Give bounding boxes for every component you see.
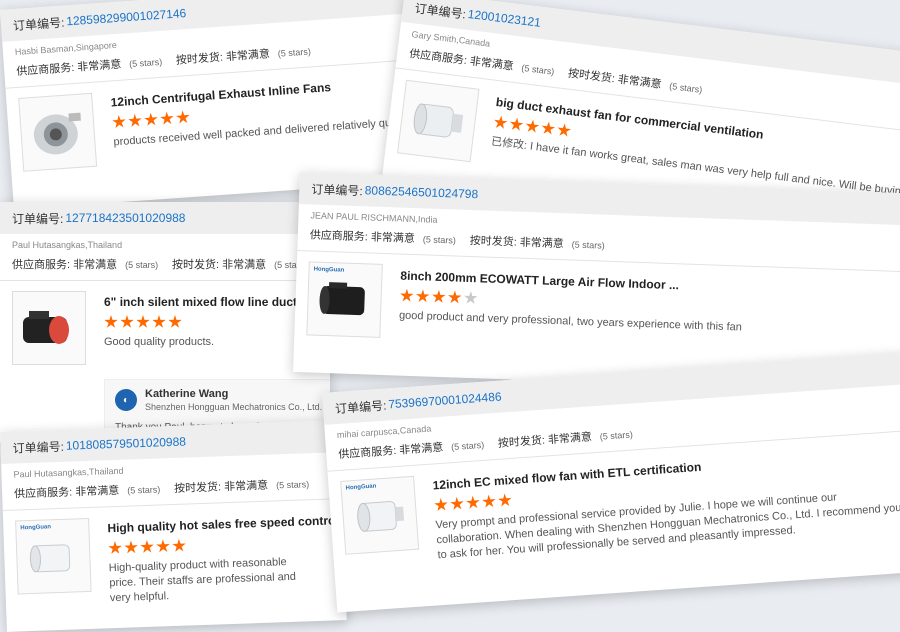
speed-control-fan-icon bbox=[29, 544, 71, 573]
star-icon bbox=[120, 315, 134, 328]
supplier-service-rating: 供应商服务: 非常满意 (5 stars) bbox=[309, 229, 457, 246]
star-icon bbox=[509, 117, 525, 133]
star-icon bbox=[415, 289, 429, 303]
supplier-service-rating: 供应商服务: 非常满意 (5 stars) bbox=[337, 439, 485, 461]
star-icon bbox=[140, 540, 154, 554]
star-icon bbox=[175, 110, 190, 125]
buyer-name: Paul Hutasangkas,Thailand bbox=[12, 240, 123, 250]
star-icon bbox=[493, 115, 509, 131]
order-number-link[interactable]: 12001023121 bbox=[467, 7, 542, 30]
star-icon bbox=[136, 315, 150, 328]
star-icon bbox=[168, 315, 182, 328]
star-icon bbox=[463, 291, 477, 305]
company-logo-icon: ◐ bbox=[115, 389, 137, 411]
order-label: 订单编号: bbox=[12, 15, 65, 33]
order-number-link[interactable]: 127718423501020988 bbox=[65, 211, 185, 225]
ec-mixed-flow-fan-icon bbox=[357, 501, 405, 532]
star-icon bbox=[128, 113, 143, 128]
supplier-service-rating: 供应商服务: 非常满意 (5 stars) bbox=[15, 56, 163, 78]
star-icon bbox=[431, 290, 445, 304]
star-icon bbox=[124, 540, 138, 554]
reply-author: Katherine Wang bbox=[145, 388, 229, 400]
on-time-shipping-rating: 按时发货: 非常满意 (5 stars) bbox=[172, 259, 308, 271]
review-card: 订单编号: 101808579501020988 Paul Hutasangka… bbox=[0, 420, 347, 632]
order-label: 订单编号: bbox=[414, 0, 467, 22]
star-rating bbox=[108, 532, 347, 555]
star-icon bbox=[160, 111, 175, 126]
order-label: 订单编号: bbox=[311, 181, 363, 198]
supplier-service-rating: 供应商服务: 非常满意 (5 stars) bbox=[12, 259, 159, 271]
star-icon bbox=[434, 497, 449, 512]
product-thumbnail[interactable] bbox=[12, 291, 86, 365]
product-thumbnail[interactable] bbox=[397, 79, 480, 163]
review-comment: High-quality product with reasonable pri… bbox=[108, 556, 297, 605]
star-rating bbox=[104, 315, 318, 329]
order-label: 订单编号: bbox=[12, 439, 65, 456]
star-icon bbox=[447, 290, 461, 304]
brand-logo: HongGuan bbox=[20, 524, 52, 532]
product-thumbnail[interactable] bbox=[18, 92, 98, 172]
star-icon bbox=[108, 541, 122, 555]
star-icon bbox=[540, 121, 556, 137]
star-icon bbox=[400, 289, 414, 303]
product-thumbnail[interactable]: HongGuan bbox=[306, 261, 383, 338]
product-thumbnail[interactable]: HongGuan bbox=[340, 475, 420, 555]
star-icon bbox=[172, 539, 186, 553]
product-thumbnail[interactable]: HongGuan bbox=[15, 517, 92, 595]
order-label: 订单编号: bbox=[334, 398, 387, 416]
review-card: 订单编号: 75396970001024486 mihai carpusca,C… bbox=[322, 349, 900, 613]
star-icon bbox=[112, 114, 127, 129]
ecowatt-fan-icon bbox=[319, 282, 365, 316]
star-icon bbox=[450, 496, 465, 511]
star-icon bbox=[156, 539, 170, 553]
order-number-link[interactable]: 80862546501024798 bbox=[365, 183, 479, 201]
supplier-service-rating: 供应商服务: 非常满意 (5 stars) bbox=[13, 484, 161, 501]
product-title-link[interactable]: 6" inch silent mixed flow line duct fan bbox=[104, 295, 318, 309]
on-time-shipping-rating: 按时发货: 非常满意 (5 stars) bbox=[469, 234, 605, 251]
brand-logo: HongGuan bbox=[313, 266, 345, 274]
star-icon bbox=[104, 315, 118, 328]
order-header: 订单编号: 127718423501020988 bbox=[0, 202, 330, 234]
mixed-flow-fan-icon bbox=[23, 311, 69, 344]
on-time-shipping-rating: 按时发货: 非常满意 (5 stars) bbox=[175, 46, 312, 67]
product-title-link[interactable]: High quality hot sales free speed contro… bbox=[107, 512, 347, 535]
centrifugal-fan-icon bbox=[33, 112, 81, 155]
star-icon bbox=[497, 493, 512, 508]
order-number-link[interactable]: 75396970001024486 bbox=[388, 390, 502, 412]
star-icon bbox=[556, 123, 572, 139]
review-comment: Good quality products. bbox=[104, 336, 215, 348]
inline-duct-fan-icon bbox=[413, 103, 464, 138]
reply-company: Shenzhen Hongguan Mechatronics Co., Ltd. bbox=[145, 402, 323, 412]
on-time-shipping-rating: 按时发货: 非常满意 (5 stars) bbox=[173, 479, 310, 495]
star-icon bbox=[525, 119, 541, 135]
star-icon bbox=[482, 494, 497, 509]
order-number-link[interactable]: 1285982990010271​46 bbox=[66, 6, 187, 28]
on-time-shipping-rating: 按时发货: 非常满意 (5 stars) bbox=[497, 429, 634, 450]
star-icon bbox=[144, 112, 159, 127]
order-number-link[interactable]: 101808579501020988 bbox=[66, 435, 187, 453]
star-icon bbox=[466, 495, 481, 510]
star-icon bbox=[152, 315, 166, 328]
review-card: 订单编号: 127718423501020988 Paul Hutasangka… bbox=[0, 202, 330, 442]
order-label: 订单编号: bbox=[12, 211, 64, 226]
